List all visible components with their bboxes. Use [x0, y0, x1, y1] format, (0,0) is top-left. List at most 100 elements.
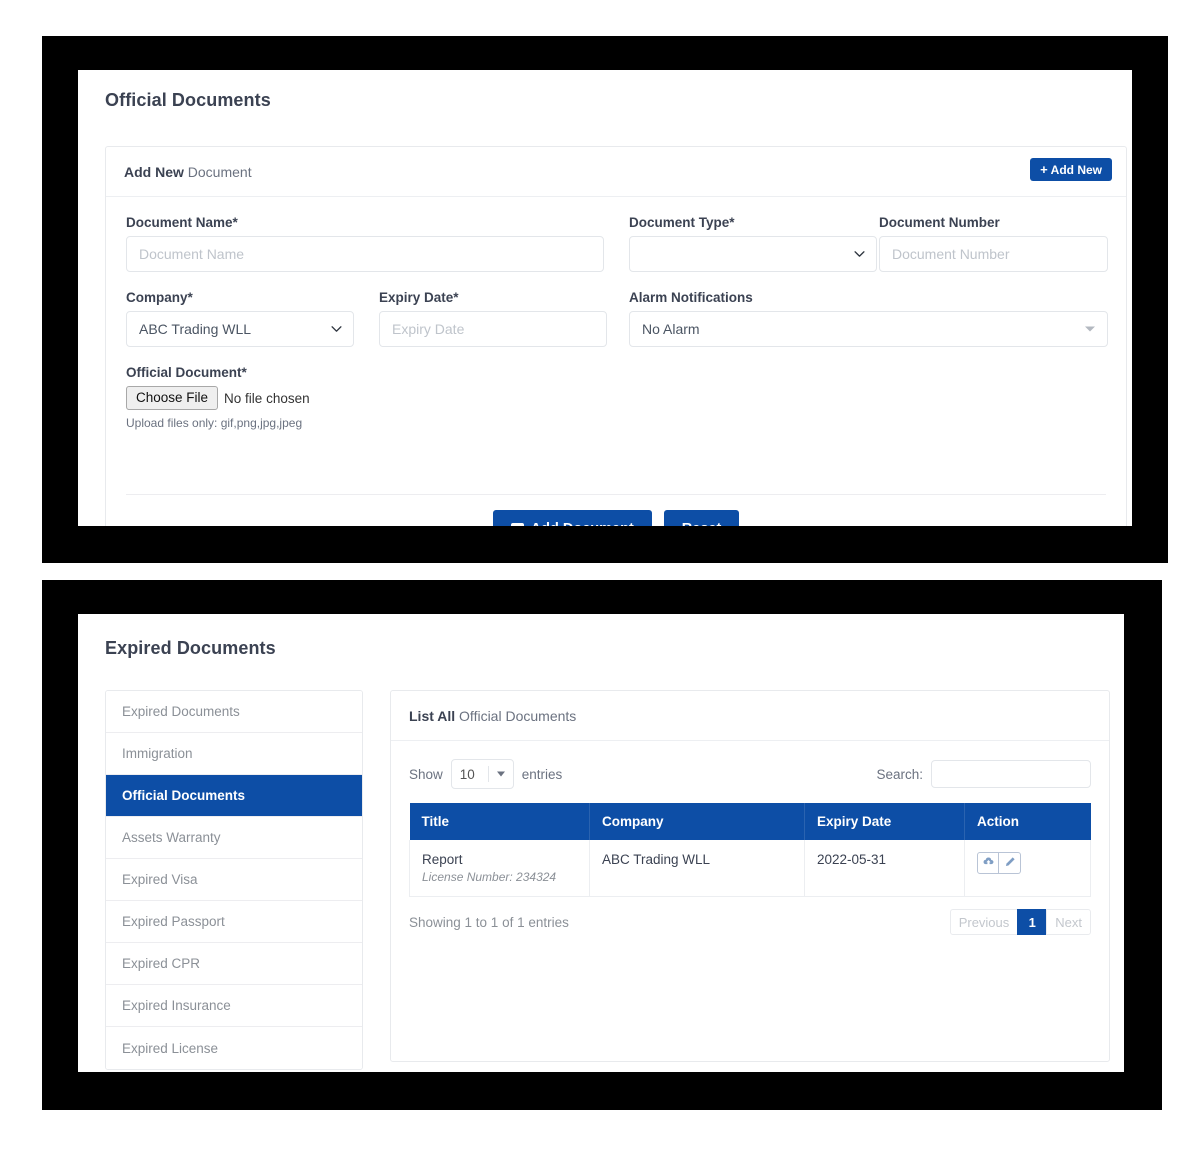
pagination: Previous 1 Next — [949, 909, 1091, 935]
add-new-panel-header: Add New Document + Add New — [106, 147, 1126, 197]
checkbox-icon — [510, 522, 524, 526]
sidebar-item-official-documents[interactable]: Official Documents — [106, 775, 362, 817]
sidebar-item-assets-warranty[interactable]: Assets Warranty — [106, 817, 362, 859]
add-new-button-label: Add New — [1050, 162, 1102, 177]
add-new-panel-title: Add New Document — [124, 164, 252, 180]
sidebar-item-label: Assets Warranty — [122, 830, 221, 845]
no-file-chosen-text: No file chosen — [224, 390, 310, 406]
document-title: Report — [422, 852, 463, 867]
expired-documents-card: Expired Documents Expired Documents Immi… — [78, 614, 1124, 1072]
list-panel-header: List All Official Documents — [391, 691, 1109, 741]
sidebar-item-label: Immigration — [122, 746, 193, 761]
table-header-row: Title Company Expiry Date Action — [409, 803, 1091, 840]
sidebar-item-expired-cpr[interactable]: Expired CPR — [106, 943, 362, 985]
sidebar-item-label: Expired Visa — [122, 872, 198, 887]
add-document-button-label: Add Document — [531, 522, 634, 526]
add-new-button[interactable]: + Add New — [1030, 158, 1112, 181]
search-control: Search: — [876, 760, 1091, 788]
show-label: Show — [409, 766, 443, 782]
upload-hint: Upload files only: gif,png,jpg,jpeg — [126, 416, 303, 431]
cell-title: Report License Number: 234324 — [409, 840, 590, 897]
list-panel-title: List All Official Documents — [409, 708, 576, 724]
add-new-panel-title-rest: Document — [183, 163, 252, 180]
form-actions: Add Document Reset — [106, 510, 1126, 526]
field-official-document: Official Document* Choose File No file c… — [126, 365, 626, 430]
column-header-title[interactable]: Title — [409, 803, 590, 840]
official-document-label: Official Document* — [126, 365, 247, 380]
field-company: Company* ABC Trading WLL — [126, 290, 354, 347]
documents-table: Title Company Expiry Date Action Report … — [409, 803, 1091, 897]
sidebar-item-label: Expired Insurance — [122, 998, 231, 1013]
form-divider — [126, 494, 1106, 495]
official-documents-card: Official Documents Add New Document + Ad… — [78, 70, 1132, 526]
screenshot-canvas: Official Documents Add New Document + Ad… — [0, 0, 1200, 1153]
sidebar-item-immigration[interactable]: Immigration — [106, 733, 362, 775]
table-head: Title Company Expiry Date Action — [409, 803, 1091, 840]
document-type-select[interactable] — [629, 236, 877, 272]
edit-icon-button[interactable] — [999, 852, 1021, 874]
reset-button[interactable]: Reset — [663, 510, 740, 526]
column-header-action[interactable]: Action — [964, 803, 1091, 840]
add-document-form: Document Name* Document Type* Document N… — [106, 197, 1126, 526]
expiry-date-label: Expiry Date* — [379, 290, 459, 305]
choose-file-button[interactable]: Choose File — [126, 386, 219, 411]
field-document-name: Document Name* — [126, 215, 604, 272]
select-divider — [487, 766, 489, 782]
file-input-control[interactable]: Choose File No file chosen — [126, 386, 626, 411]
table-info: Showing 1 to 1 of 1 entries — [409, 914, 569, 930]
field-document-type: Document Type* — [629, 215, 877, 272]
company-label: Company* — [126, 290, 193, 305]
reset-button-label: Reset — [682, 522, 722, 526]
document-number-label: Document Number — [879, 215, 1000, 230]
company-select-wrap: ABC Trading WLL — [126, 311, 354, 347]
cell-action — [964, 840, 1091, 897]
cell-company: ABC Trading WLL — [589, 840, 805, 897]
company-select[interactable]: ABC Trading WLL — [126, 311, 354, 347]
sidebar-item-expired-visa[interactable]: Expired Visa — [106, 859, 362, 901]
sidebar-item-expired-documents[interactable]: Expired Documents — [106, 691, 362, 733]
table-body: Report License Number: 234324 ABC Tradin… — [409, 840, 1091, 897]
entries-label: entries — [521, 766, 563, 782]
sidebar-item-expired-insurance[interactable]: Expired Insurance — [106, 985, 362, 1027]
expiry-date-input[interactable] — [379, 311, 607, 347]
field-alarm-notifications: Alarm Notifications No Alarm — [629, 290, 1108, 347]
datatable-footer: Showing 1 to 1 of 1 entries Previous 1 N… — [409, 909, 1091, 935]
column-header-expiry-date[interactable]: Expiry Date — [804, 803, 965, 840]
pagination-page-1[interactable]: 1 — [1017, 909, 1048, 935]
page-title: Official Documents — [105, 90, 271, 110]
column-header-company[interactable]: Company — [589, 803, 805, 840]
cell-expiry-date: 2022-05-31 — [804, 840, 965, 897]
field-expiry-date: Expiry Date* — [379, 290, 607, 347]
search-label: Search: — [876, 766, 923, 782]
pagination-previous[interactable]: Previous — [949, 909, 1019, 935]
search-input[interactable] — [931, 760, 1091, 788]
sidebar-item-label: Official Documents — [122, 788, 246, 803]
document-number-input[interactable] — [879, 236, 1108, 272]
field-document-number: Document Number — [879, 215, 1108, 272]
upload-icon-button[interactable] — [977, 852, 999, 874]
pencil-icon — [1004, 856, 1016, 871]
alarm-notifications-select[interactable]: No Alarm — [629, 311, 1108, 347]
alarm-notifications-value: No Alarm — [642, 321, 700, 337]
document-type-label: Document Type* — [629, 215, 735, 230]
add-document-button[interactable]: Add Document — [492, 510, 652, 526]
document-name-input[interactable] — [126, 236, 604, 272]
list-panel-title-bold: List All — [409, 707, 456, 724]
pagination-next[interactable]: Next — [1046, 909, 1091, 935]
list-all-panel: List All Official Documents Show 10 entr… — [390, 690, 1110, 1062]
page-length-select[interactable]: 10 — [450, 759, 514, 789]
cloud-upload-icon — [982, 855, 995, 871]
add-new-panel-title-bold: Add New — [124, 163, 184, 180]
caret-down-icon — [496, 771, 505, 777]
alarm-notifications-select-wrap: No Alarm — [629, 311, 1108, 347]
sidebar-item-label: Expired Documents — [122, 704, 240, 719]
page-length-control: Show 10 entries — [409, 759, 562, 789]
sidebar-item-expired-license[interactable]: Expired License — [106, 1027, 362, 1069]
documents-layout: Expired Documents Immigration Official D… — [105, 690, 1110, 1070]
table-row: Report License Number: 234324 ABC Tradin… — [409, 840, 1091, 897]
page-title-expired: Expired Documents — [105, 638, 276, 658]
datatable-controls: Show 10 entries Search: — [409, 759, 1091, 789]
sidebar-item-expired-passport[interactable]: Expired Passport — [106, 901, 362, 943]
page-length-value: 10 — [459, 766, 475, 782]
document-type-select-wrap — [629, 236, 877, 272]
